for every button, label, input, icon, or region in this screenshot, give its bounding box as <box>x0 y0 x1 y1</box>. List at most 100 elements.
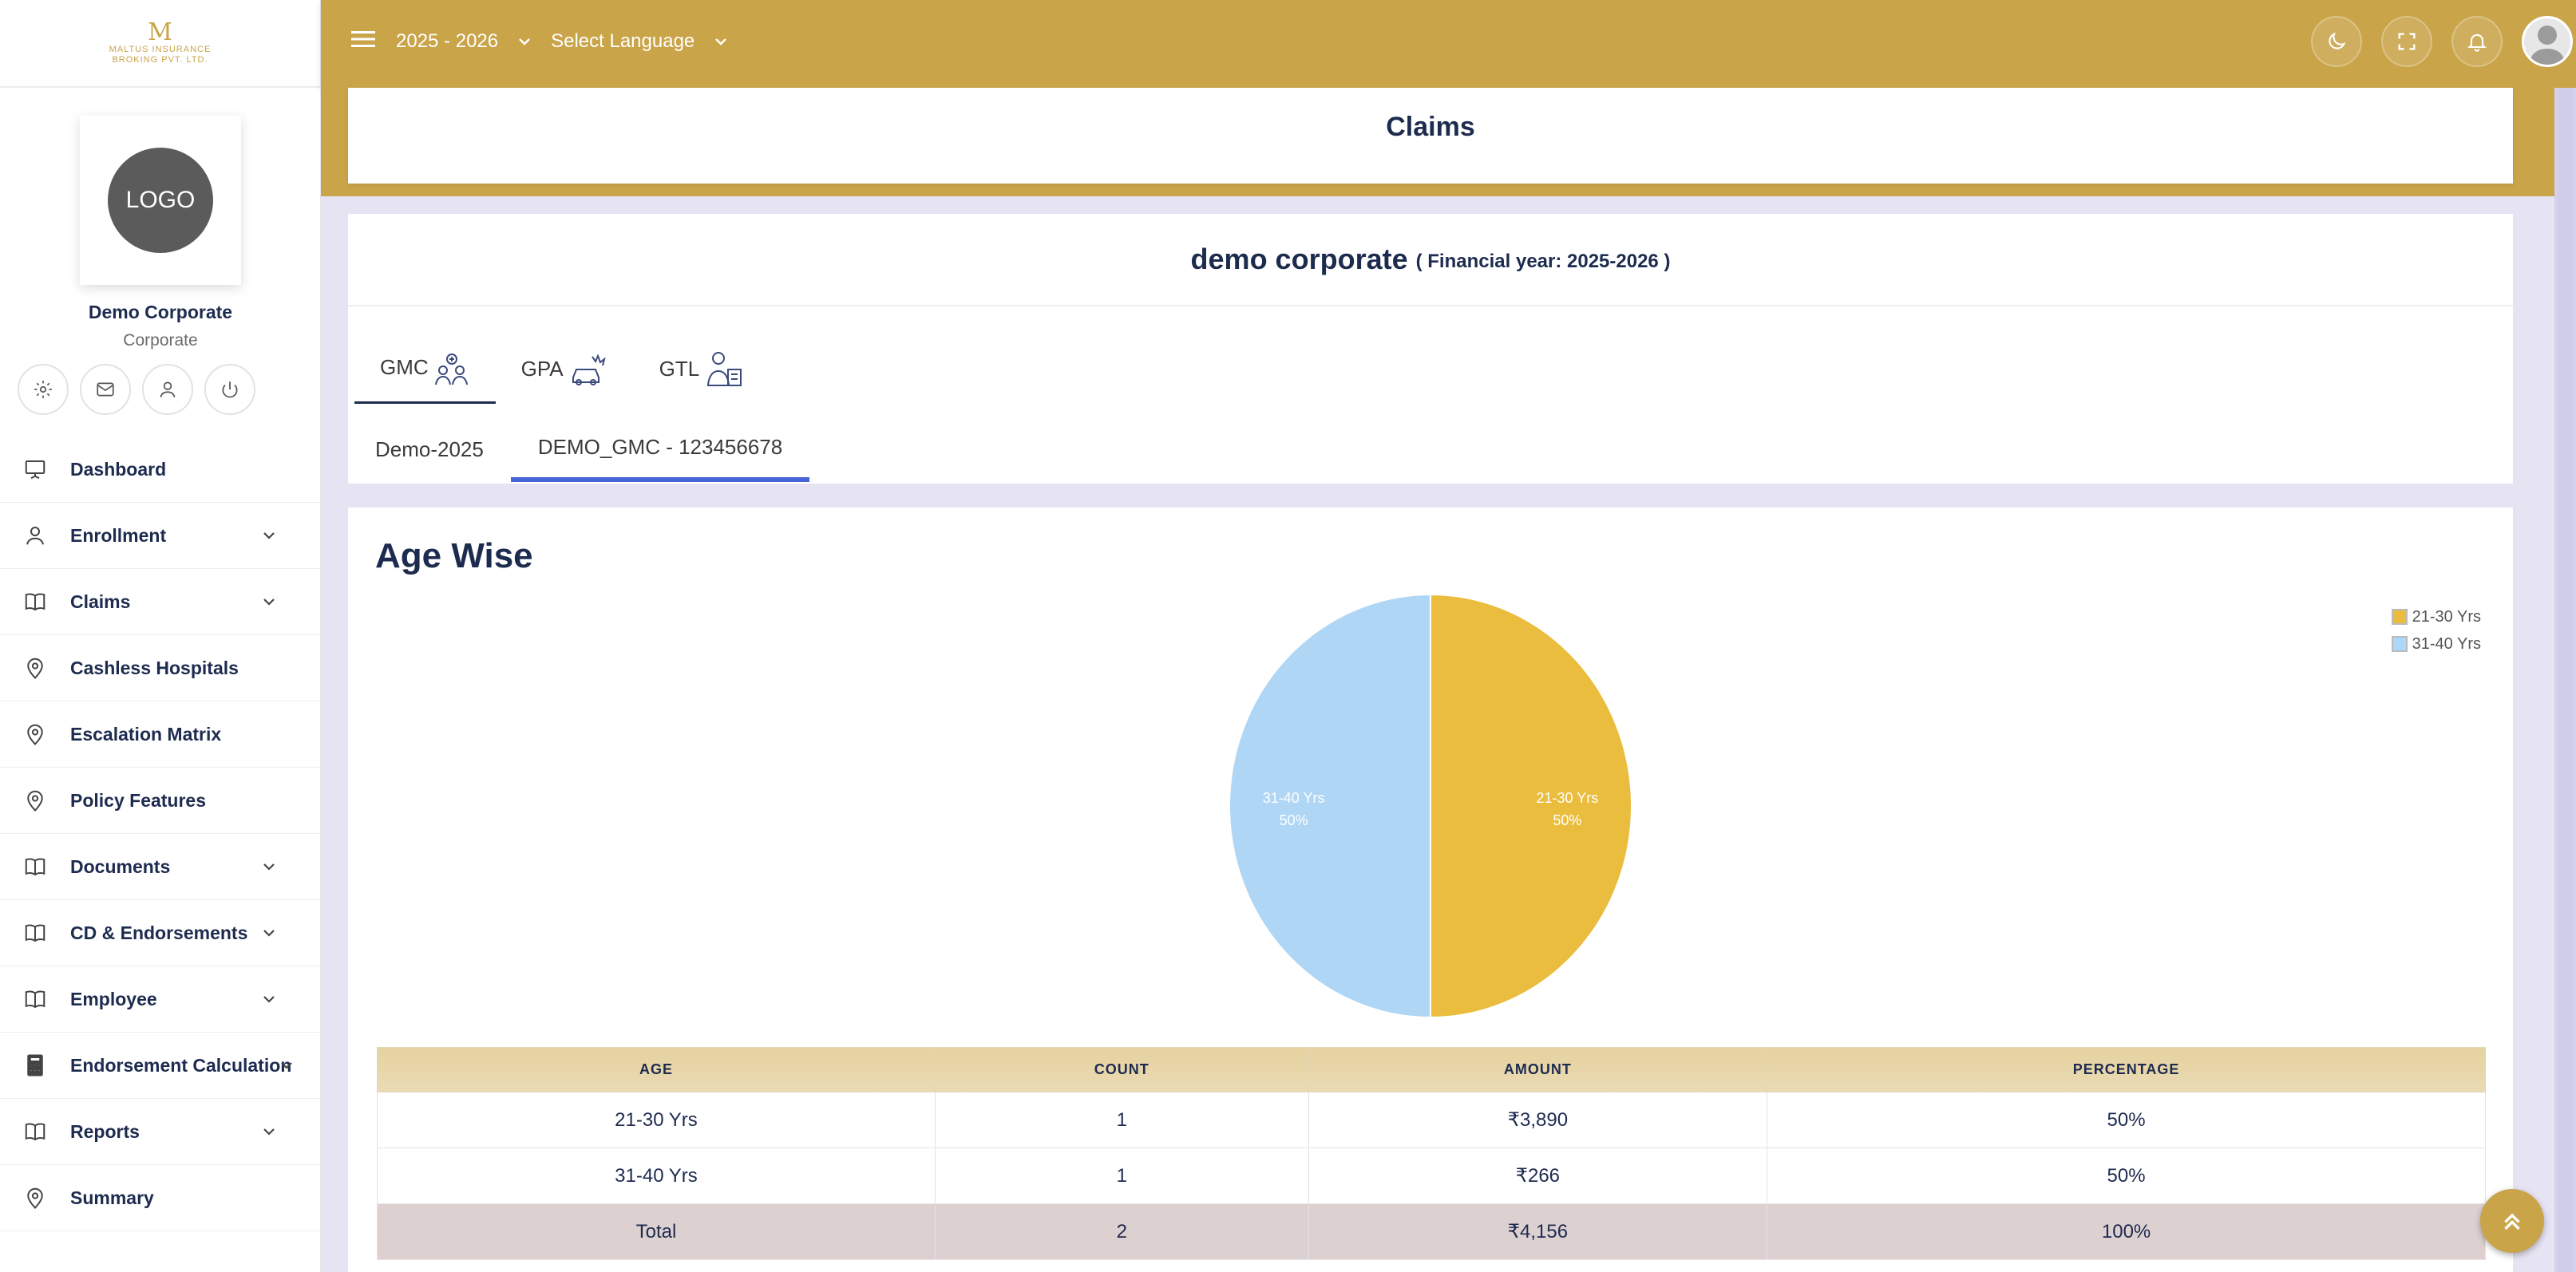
user-icon <box>22 523 48 548</box>
table-total-cell: ₹4,156 <box>1308 1203 1768 1260</box>
brand-line-2: BROKING PVT. LTD. <box>112 55 208 65</box>
pie-slice-0[interactable] <box>1430 593 1632 1019</box>
pie-slice-1[interactable] <box>1229 593 1431 1019</box>
sidebar-item-cd-endorsements[interactable]: CD & Endorsements <box>0 900 321 966</box>
table-total-cell: 2 <box>934 1203 1309 1260</box>
user-icon <box>160 381 176 398</box>
sidebar-nav: Dashboard Enrollment Claims Cashless Hospit… <box>0 437 321 1231</box>
corporate-type: Corporate <box>123 331 198 350</box>
column-header-count: COUNT <box>934 1047 1309 1092</box>
year-select[interactable]: 2025 - 2026 <box>396 30 532 53</box>
tab-gpa[interactable]: GPA <box>496 334 634 404</box>
sidebar-item-label: Escalation Matrix <box>70 723 222 745</box>
calculator-icon <box>22 1053 48 1078</box>
sidebar-item-reports[interactable]: Reports <box>0 1099 321 1165</box>
moon-icon <box>2329 32 2346 49</box>
sidebar-item-label: Summary <box>70 1187 154 1208</box>
age-wise-table: AGE COUNT AMOUNT PERCENTAGE 21-30 Yrs 1 … <box>377 1047 2486 1260</box>
legend-swatch <box>2391 636 2408 652</box>
accident-car-icon <box>572 354 606 385</box>
company-heading: demo corporate ( Financial year: 2025-20… <box>348 214 2513 306</box>
legend-label: 31-40 Yrs <box>2412 634 2481 653</box>
sidebar-item-label: Reports <box>70 1120 140 1142</box>
pie-slice-percent: 50% <box>1553 812 1581 828</box>
book-icon <box>22 920 48 946</box>
legend-item[interactable]: 21-30 Yrs <box>2391 603 2481 630</box>
chevron-down-icon <box>715 38 727 45</box>
sidebar-item-enrollment[interactable]: Enrollment <box>0 503 321 569</box>
table-cell: 31-40 Yrs <box>377 1148 936 1204</box>
table-cell: 1 <box>934 1148 1309 1204</box>
sidebar-item-dashboard[interactable]: Dashboard <box>0 437 321 503</box>
chevron-down-icon <box>281 1062 292 1069</box>
table-cell: 21-30 Yrs <box>377 1092 936 1148</box>
tab-gtl-label: GTL <box>659 356 700 381</box>
location-pin-icon <box>22 655 48 681</box>
fullscreen-button[interactable] <box>2381 16 2432 67</box>
mail-icon <box>97 382 114 397</box>
sidebar-item-label: Employee <box>70 988 157 1009</box>
messages-button[interactable] <box>80 364 131 415</box>
chevron-down-icon <box>263 532 275 539</box>
profile-logo-card: LOGO <box>80 116 241 285</box>
menu-toggle-button[interactable] <box>350 27 377 57</box>
theme-toggle-button[interactable] <box>2311 16 2362 67</box>
sidebar-item-label: Endorsement Calculation <box>70 1054 292 1076</box>
book-icon <box>22 1119 48 1144</box>
policy-tabs: GMC GPA GTL <box>354 334 770 404</box>
brand-logo[interactable]: M MALTUS INSURANCE BROKING PVT. LTD. <box>0 0 320 88</box>
profile-button[interactable] <box>142 364 193 415</box>
sidebar-item-label: Documents <box>70 855 171 877</box>
book-icon <box>22 589 48 614</box>
sidebar-item-cashless-hospitals[interactable]: Cashless Hospitals <box>0 635 321 701</box>
sidebar: M MALTUS INSURANCE BROKING PVT. LTD. LOG… <box>0 0 321 1272</box>
pie-slice-percent: 50% <box>1280 812 1308 828</box>
corporate-name: Demo Corporate <box>88 302 233 322</box>
sidebar-item-label: Enrollment <box>70 524 167 546</box>
age-wise-pie-chart: 21-30 Yrs 50% 31-40 Yrs 50% <box>1229 593 1632 1019</box>
table-cell: ₹266 <box>1308 1148 1768 1204</box>
sidebar-item-claims[interactable]: Claims <box>0 569 321 635</box>
sidebar-item-employee[interactable]: Employee <box>0 966 321 1033</box>
sidebar-item-documents[interactable]: Documents <box>0 834 321 900</box>
sidebar-item-label: Cashless Hospitals <box>70 657 239 678</box>
gear-icon <box>34 381 52 398</box>
sidebar-item-policy-features[interactable]: Policy Features <box>0 768 321 834</box>
tab-gtl[interactable]: GTL <box>634 334 770 404</box>
power-icon <box>222 381 238 398</box>
chevron-down-icon <box>519 38 530 45</box>
table-total-cell: 100% <box>1767 1203 2486 1260</box>
chevron-down-icon <box>263 598 275 606</box>
avatar-silhouette-icon <box>2529 26 2566 65</box>
subtab-demo-gmc[interactable]: DEMO_GMC - 123456678 <box>510 417 810 482</box>
subtab-demo-2025[interactable]: Demo-2025 <box>348 417 511 482</box>
scroll-to-top-button[interactable] <box>2480 1189 2544 1253</box>
settings-button[interactable] <box>18 364 69 415</box>
book-icon <box>22 854 48 879</box>
chevron-down-icon <box>263 863 275 871</box>
double-chevron-up-icon <box>2504 1213 2520 1231</box>
tab-gmc[interactable]: GMC <box>354 334 496 404</box>
notifications-button[interactable] <box>2451 16 2503 67</box>
topbar: 2025 - 2026 Select Language <box>321 0 2576 88</box>
brand-line-1: MALTUS INSURANCE <box>109 44 212 54</box>
sidebar-item-label: CD & Endorsements <box>70 922 248 943</box>
sidebar-item-label: Dashboard <box>70 458 167 480</box>
sidebar-item-endorsement-calculation[interactable]: Endorsement Calculation <box>0 1033 321 1099</box>
sidebar-item-escalation-matrix[interactable]: Escalation Matrix <box>0 701 321 768</box>
sidebar-item-label: Policy Features <box>70 789 207 811</box>
sidebar-item-summary[interactable]: Summary <box>0 1165 321 1231</box>
table-total-row: Total 2 ₹4,156 100% <box>377 1203 2486 1260</box>
scrollbar-thumb[interactable] <box>2558 88 2573 1272</box>
legend-item[interactable]: 31-40 Yrs <box>2391 630 2481 658</box>
tab-gpa-label: GPA <box>520 356 564 381</box>
chart-legend: 21-30 Yrs 31-40 Yrs <box>2391 603 2481 658</box>
user-avatar[interactable] <box>2522 16 2573 67</box>
pie-slice-label: 21-30 Yrs <box>1537 790 1599 806</box>
location-pin-icon <box>22 1185 48 1211</box>
section-title: Age Wise <box>375 536 533 575</box>
language-select[interactable]: Select Language <box>551 30 728 53</box>
table-row: 21-30 Yrs 1 ₹3,890 50% <box>377 1092 2486 1148</box>
bell-icon <box>2467 34 2487 52</box>
logout-button[interactable] <box>204 364 255 415</box>
